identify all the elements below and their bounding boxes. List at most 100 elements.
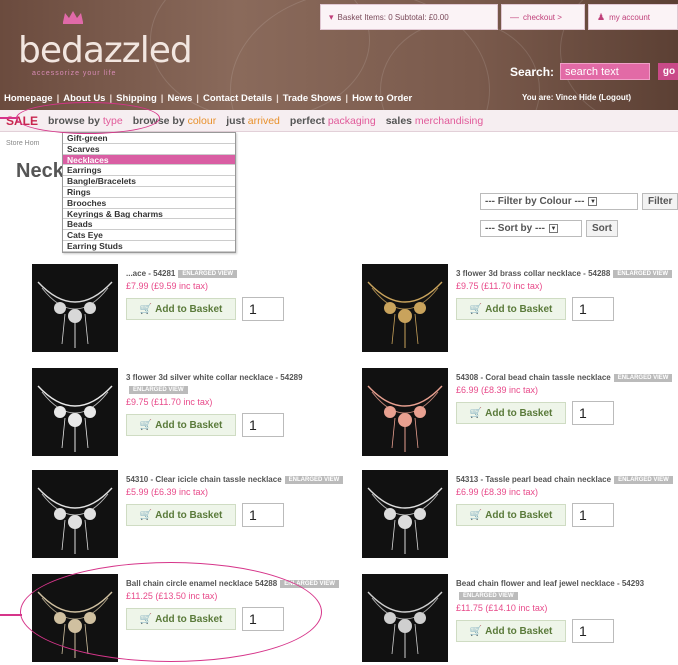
buy-row: 🛒 Add to Basket [456, 619, 678, 643]
dropdown-option[interactable]: Brooches [63, 198, 235, 209]
subnav-browse-by-type[interactable]: browse by type [48, 115, 123, 127]
dropdown-option[interactable]: Gift-green [63, 133, 235, 144]
add-to-basket-button[interactable]: 🛒 Add to Basket [456, 298, 566, 320]
search-go-button[interactable]: go [658, 63, 678, 80]
quantity-input[interactable] [572, 619, 614, 643]
nav-separator: | [56, 92, 60, 104]
product-name[interactable]: Bead chain flower and leaf jewel necklac… [456, 578, 678, 602]
enlarged-view-badge[interactable]: ENLARGED VIEW [129, 385, 188, 394]
nav-separator: | [196, 92, 199, 104]
add-to-basket-button[interactable]: 🛒 Add to Basket [126, 608, 236, 630]
enlarged-view-badge[interactable]: ENLARGED VIEW [459, 591, 518, 600]
subnav-just-arrived[interactable]: just arrived [226, 115, 280, 127]
basket-icon: 🛒 [469, 625, 483, 637]
basket-summary-button[interactable]: ▾ Basket Items: 0 Subtotal: £0.00 [320, 4, 498, 30]
dropdown-option[interactable]: Scarves [63, 144, 235, 155]
product-name[interactable]: ...ace - 54281 ENLARGED VIEW [126, 268, 352, 280]
add-to-basket-button[interactable]: 🛒 Add to Basket [456, 402, 566, 424]
nav-separator: | [160, 92, 164, 104]
search-input[interactable] [560, 63, 650, 80]
basket-summary-label: Basket Items: 0 Subtotal: £0.00 [337, 12, 449, 22]
dropdown-option[interactable]: Cats Eye [63, 230, 235, 241]
product-thumbnail[interactable] [32, 470, 118, 558]
product-thumbnail[interactable] [32, 264, 118, 352]
nav-item-shipping[interactable]: Shipping [116, 93, 157, 104]
product-info: 54313 - Tassle pearl bead chain necklace… [456, 474, 678, 527]
product-name[interactable]: 3 flower 3d brass collar necklace - 5428… [456, 268, 678, 280]
quantity-input[interactable] [242, 607, 284, 631]
product-card: Bead chain flower and leaf jewel necklac… [362, 574, 678, 665]
subnav-browse-by-colour[interactable]: browse by colour [133, 115, 216, 127]
subnav-sales-merchandising[interactable]: sales merchandising [386, 115, 484, 127]
nav-item-contact-details[interactable]: Contact Details [203, 93, 272, 104]
product-thumbnail[interactable] [32, 574, 118, 662]
product-thumbnail[interactable] [362, 264, 448, 352]
enlarged-view-badge[interactable]: ENLARGED VIEW [614, 475, 673, 484]
dropdown-option[interactable]: Beads [63, 219, 235, 231]
dropdown-option[interactable]: Necklaces [63, 154, 235, 166]
subnav-sale[interactable]: SALE [6, 114, 38, 128]
product-name-text: 54313 - Tassle pearl bead chain necklace [456, 475, 612, 484]
logged-in-user[interactable]: You are: Vince Hide (Logout) [522, 93, 631, 102]
subnav-perfect-packaging[interactable]: perfect packaging [290, 115, 376, 127]
user-icon: ♟ [597, 11, 606, 22]
annotation-line [0, 614, 22, 616]
dropdown-option[interactable]: Bangle/Bracelets [63, 176, 235, 187]
quantity-input[interactable] [572, 297, 614, 321]
product-name[interactable]: 54310 - Clear icicle chain tassle neckla… [126, 474, 352, 486]
product-thumbnail[interactable] [362, 470, 448, 558]
add-to-basket-button[interactable]: 🛒 Add to Basket [456, 620, 566, 642]
product-info: Bead chain flower and leaf jewel necklac… [456, 578, 678, 643]
subnav-browse-type-accent: type [102, 114, 123, 127]
breadcrumb[interactable]: Store Hom [6, 140, 39, 147]
page-title: Neck [16, 160, 64, 182]
dropdown-option[interactable]: Earring Studs [63, 241, 235, 252]
category-subnav: SALE browse by type browse by colour jus… [0, 110, 678, 132]
add-to-basket-button[interactable]: 🛒 Add to Basket [126, 414, 236, 436]
dropdown-option[interactable]: Keyrings & Bag charms [63, 209, 235, 220]
enlarged-view-badge[interactable]: ENLARGED VIEW [613, 373, 673, 382]
enlarged-view-badge[interactable]: ENLARGED VIEW [280, 579, 339, 588]
sort-select[interactable]: --- Sort by --- ▼ [480, 220, 582, 237]
product-price: £9.75 (£11.70 inc tax) [126, 397, 213, 407]
nav-item-trade-shows[interactable]: Trade Shows [283, 93, 342, 104]
product-name[interactable]: 3 flower 3d silver white collar necklace… [126, 372, 352, 396]
quantity-input[interactable] [242, 413, 284, 437]
add-to-basket-button[interactable]: 🛒 Add to Basket [456, 504, 566, 526]
enlarged-view-badge[interactable]: ENLARGED VIEW [613, 269, 672, 278]
filter-button[interactable]: Filter [642, 193, 678, 210]
product-info: 54308 - Coral bead chain tassle necklace… [456, 372, 678, 425]
buy-row: 🛒 Add to Basket [126, 297, 352, 321]
dropdown-option[interactable]: Earrings [63, 165, 235, 177]
add-to-basket-button[interactable]: 🛒 Add to Basket [126, 504, 236, 526]
enlarged-view-badge[interactable]: ENLARGED VIEW [178, 269, 238, 278]
nav-item-news[interactable]: News [167, 93, 192, 104]
checkout-button[interactable]: — checkout > [501, 4, 585, 30]
product-thumbnail[interactable] [362, 574, 448, 662]
nav-item-how-to-order[interactable]: How to Order [352, 93, 412, 104]
enlarged-view-badge[interactable]: ENLARGED VIEW [284, 475, 344, 484]
add-to-basket-button[interactable]: 🛒 Add to Basket [126, 298, 236, 320]
product-name-text: Bead chain flower and leaf jewel necklac… [456, 579, 645, 588]
quantity-input[interactable] [572, 503, 614, 527]
dropdown-option[interactable]: Rings [63, 187, 235, 198]
site-header: bedazzled accessorize your life ▾ Basket… [0, 0, 678, 110]
my-account-button[interactable]: ♟ my account [588, 4, 678, 30]
product-price: £5.99 (£6.39 inc tax) [126, 487, 209, 497]
quantity-input[interactable] [242, 297, 284, 321]
filter-colour-select[interactable]: --- Filter by Colour --- ▼ [480, 193, 638, 210]
quantity-input[interactable] [242, 503, 284, 527]
product-name[interactable]: 54308 - Coral bead chain tassle necklace… [456, 372, 678, 384]
sort-button[interactable]: Sort [586, 220, 618, 237]
nav-item-homepage[interactable]: Homepage [4, 93, 53, 104]
product-thumbnail[interactable] [362, 368, 448, 456]
product-name[interactable]: Ball chain circle enamel necklace 54288 E… [126, 578, 352, 590]
product-thumbnail[interactable] [32, 368, 118, 456]
quantity-input[interactable] [572, 401, 614, 425]
product-name[interactable]: 54313 - Tassle pearl bead chain necklace… [456, 474, 678, 486]
buy-row: 🛒 Add to Basket [456, 503, 678, 527]
site-logo[interactable]: bedazzled [18, 30, 193, 71]
product-info: Ball chain circle enamel necklace 54288 E… [126, 578, 352, 631]
nav-item-about-us[interactable]: About Us [63, 93, 105, 104]
product-card: 54310 - Clear icicle chain tassle neckla… [32, 470, 352, 562]
